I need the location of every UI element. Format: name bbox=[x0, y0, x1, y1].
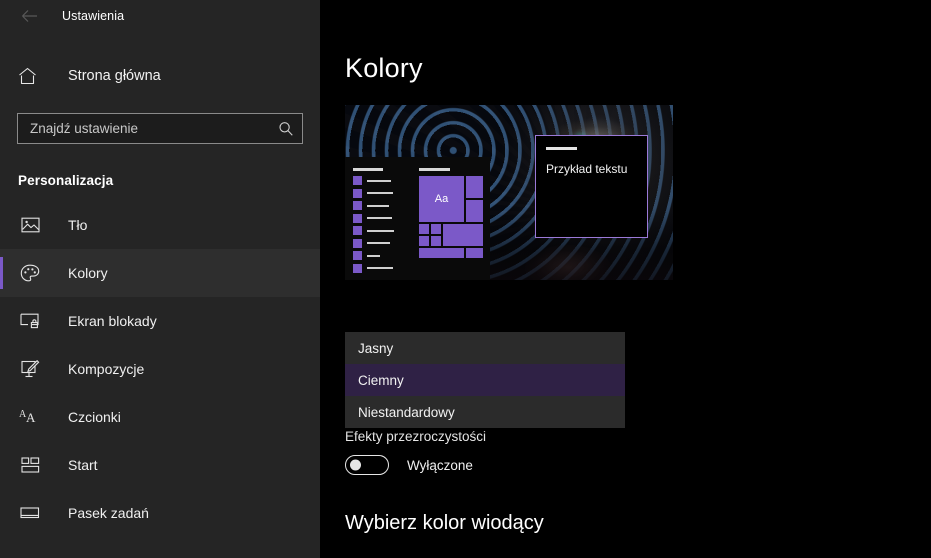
sidebar-item-label: Ekran blokady bbox=[68, 313, 157, 329]
sidebar-item-taskbar[interactable]: Pasek zadań bbox=[0, 489, 320, 537]
palette-icon bbox=[18, 262, 42, 284]
svg-text:A: A bbox=[26, 410, 36, 425]
start-menu-header-bar bbox=[353, 168, 383, 171]
tile bbox=[431, 224, 441, 234]
list-item bbox=[353, 213, 395, 223]
app-title: Ustawienia bbox=[62, 9, 125, 23]
search-icon[interactable] bbox=[278, 121, 294, 137]
sample-text: Przykład tekstu bbox=[546, 162, 628, 176]
start-menu-preview: Aa bbox=[345, 157, 490, 280]
sidebar-item-lock-screen[interactable]: Ekran blokady bbox=[0, 297, 320, 345]
sample-window-preview: Przykład tekstu bbox=[535, 135, 648, 238]
list-item bbox=[353, 226, 395, 235]
sidebar-item-home[interactable]: Strona główna bbox=[0, 58, 320, 94]
page-title: Kolory bbox=[345, 53, 423, 83]
tile bbox=[466, 200, 483, 222]
list-item bbox=[353, 263, 395, 273]
list-item bbox=[353, 251, 395, 260]
settings-window: Ustawienia Strona główna Personalizacja bbox=[0, 0, 931, 558]
sidebar-item-label: Czcionki bbox=[68, 409, 121, 425]
dropdown-option-light[interactable]: Jasny bbox=[345, 332, 625, 364]
tile bbox=[466, 176, 483, 198]
dropdown-option-dark[interactable]: Ciemny bbox=[345, 364, 625, 396]
sidebar-item-label: Start bbox=[68, 457, 98, 473]
dropdown-option-custom[interactable]: Niestandardowy bbox=[345, 396, 625, 428]
start-tiles-icon bbox=[18, 454, 42, 476]
sidebar-item-label: Kolory bbox=[68, 265, 108, 281]
search-input[interactable] bbox=[30, 121, 278, 136]
tile bbox=[419, 224, 429, 234]
transparency-label: Efekty przezroczystości bbox=[345, 429, 487, 444]
sidebar-nav: Tło Kolory Ekran blokady Kompozycje A A … bbox=[0, 201, 320, 537]
sidebar-item-fonts[interactable]: A A Czcionki bbox=[0, 393, 320, 441]
list-item bbox=[353, 238, 395, 248]
list-item bbox=[353, 188, 395, 198]
transparency-toggle[interactable] bbox=[345, 455, 389, 475]
sidebar-section-title: Personalizacja bbox=[18, 173, 114, 188]
theme-mode-dropdown[interactable]: Jasny Ciemny Niestandardowy bbox=[345, 332, 625, 428]
tile-aa: Aa bbox=[419, 176, 464, 222]
title-bar: Ustawienia bbox=[0, 0, 320, 32]
list-item bbox=[353, 176, 395, 185]
transparency-toggle-state: Wyłączone bbox=[407, 457, 473, 473]
sidebar-item-label: Pasek zadań bbox=[68, 505, 149, 521]
sidebar-item-label: Kompozycje bbox=[68, 361, 145, 377]
list-item bbox=[353, 201, 395, 210]
lock-screen-icon bbox=[18, 310, 42, 332]
search-box[interactable] bbox=[17, 113, 303, 144]
sidebar: Ustawienia Strona główna Personalizacja bbox=[0, 0, 320, 558]
transparency-toggle-row[interactable]: Wyłączone bbox=[345, 455, 473, 475]
home-label: Strona główna bbox=[68, 68, 161, 84]
picture-icon bbox=[18, 214, 42, 236]
tile bbox=[419, 248, 464, 258]
sidebar-item-colors[interactable]: Kolory bbox=[0, 249, 320, 297]
main-content: Kolory Aa Przykład tekstu Efekty przezro… bbox=[320, 0, 931, 558]
theme-brush-icon bbox=[18, 358, 42, 380]
tile bbox=[466, 248, 483, 258]
sidebar-item-start[interactable]: Start bbox=[0, 441, 320, 489]
taskbar-icon bbox=[18, 502, 42, 524]
home-icon bbox=[18, 67, 42, 85]
back-arrow-icon[interactable] bbox=[14, 4, 44, 28]
tiles-group-header bbox=[419, 168, 450, 171]
accent-color-heading: Wybierz kolor wiodący bbox=[345, 512, 544, 534]
tile bbox=[431, 236, 441, 246]
start-menu-tiles: Aa bbox=[419, 168, 483, 264]
sample-window-titlebar bbox=[546, 147, 577, 150]
start-menu-app-list bbox=[353, 168, 395, 276]
fonts-icon: A A bbox=[18, 406, 42, 428]
tile bbox=[419, 236, 429, 246]
theme-preview: Aa Przykład tekstu bbox=[345, 105, 673, 280]
toggle-knob bbox=[350, 459, 361, 471]
sidebar-item-label: Tło bbox=[68, 217, 88, 233]
sidebar-item-themes[interactable]: Kompozycje bbox=[0, 345, 320, 393]
sidebar-item-background[interactable]: Tło bbox=[0, 201, 320, 249]
tile bbox=[443, 224, 483, 246]
